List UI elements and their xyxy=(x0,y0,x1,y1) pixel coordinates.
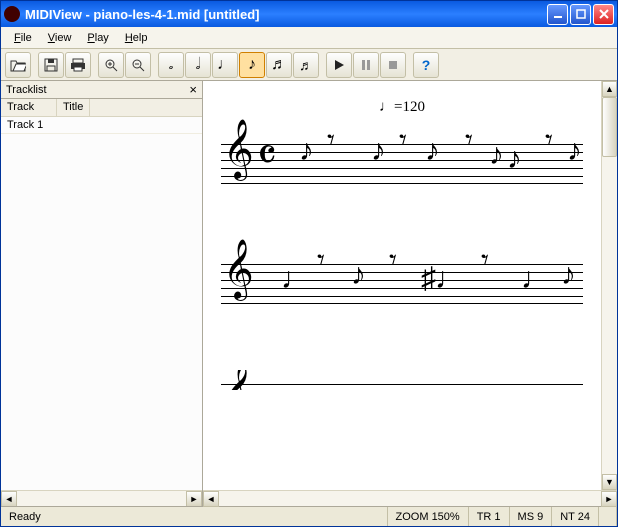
note: 𝄾 xyxy=(399,126,407,156)
open-icon xyxy=(10,58,26,72)
menu-help[interactable]: Help xyxy=(118,30,155,46)
stop-button[interactable] xyxy=(380,52,406,78)
scroll-left-icon[interactable]: ◄ xyxy=(1,491,17,507)
save-button[interactable] xyxy=(38,52,64,78)
titlebar: MIDIView - piano-les-4-1.mid [untitled] xyxy=(1,1,617,27)
stop-icon xyxy=(387,59,399,71)
tracklist-header: Tracklist × xyxy=(1,81,202,99)
staff-3: 𝄞 xyxy=(221,370,583,390)
close-button[interactable] xyxy=(593,4,614,25)
open-button[interactable] xyxy=(5,52,31,78)
sixteenth-note-icon: ♬ xyxy=(271,56,287,74)
tracklist-title: Tracklist xyxy=(6,84,47,96)
status-zoom: ZOOM 150% xyxy=(388,507,469,526)
note: ♩ xyxy=(435,264,465,294)
tempo-marking: ♩=120 xyxy=(221,99,583,116)
score-sheet[interactable]: ♩=120 𝄞 𝄴 ♪ 𝄾 ♪ 𝄾 ♪ 𝄾 ♪ ♪ 𝄾 xyxy=(203,81,601,490)
help-icon: ? xyxy=(422,57,431,73)
treble-clef-icon: 𝄞 xyxy=(223,370,254,390)
status-nt: NT 24 xyxy=(552,507,599,526)
note: ♪ xyxy=(567,136,582,166)
time-signature-icon: 𝄴 xyxy=(257,134,277,178)
thirtysecond-note-icon: ♬ xyxy=(299,57,313,73)
half-note-button[interactable]: 𝅗𝅥 xyxy=(185,52,211,78)
zoom-out-button[interactable] xyxy=(125,52,151,78)
whole-note-button[interactable]: 𝅗 xyxy=(158,52,184,78)
menu-file[interactable]: File xyxy=(7,30,39,46)
staff-2: 𝄞 ♩ 𝄾 ♪ 𝄾 ♯ ♩ 𝄾 ♩ ♪ xyxy=(221,250,583,320)
zoom-in-icon xyxy=(104,58,118,72)
zoom-in-button[interactable] xyxy=(98,52,124,78)
maximize-button[interactable] xyxy=(570,4,591,25)
status-tr: TR 1 xyxy=(469,507,510,526)
print-icon xyxy=(70,58,86,72)
col-track[interactable]: Track xyxy=(1,99,57,116)
treble-clef-icon: 𝄞 xyxy=(223,244,254,296)
pause-button[interactable] xyxy=(353,52,379,78)
zoom-out-icon xyxy=(131,58,145,72)
note: ♩ xyxy=(521,264,551,294)
eighth-note-icon: ♪ xyxy=(248,56,256,74)
help-button[interactable]: ? xyxy=(413,52,439,78)
note: 𝄾 xyxy=(545,126,553,156)
eighth-note-button[interactable]: ♪ xyxy=(239,52,265,78)
thirtysecond-note-button[interactable]: ♬ xyxy=(293,52,319,78)
note: ♪ xyxy=(299,136,314,166)
status-ms: MS 9 xyxy=(510,507,553,526)
status-ready: Ready xyxy=(1,507,388,526)
scroll-down-icon[interactable]: ▼ xyxy=(602,474,617,490)
note: ♪ xyxy=(425,136,440,166)
save-icon xyxy=(44,58,58,72)
app-window: MIDIView - piano-les-4-1.mid [untitled] … xyxy=(0,0,618,527)
note: ♩ xyxy=(281,264,311,294)
list-item[interactable]: Track 1 xyxy=(1,117,202,134)
print-button[interactable] xyxy=(65,52,91,78)
note: ♪ xyxy=(371,136,386,166)
scroll-thumb[interactable] xyxy=(602,97,617,157)
sidebar-hscroll[interactable]: ◄ ► xyxy=(1,490,202,506)
staff-1: 𝄞 𝄴 ♪ 𝄾 ♪ 𝄾 ♪ 𝄾 ♪ ♪ 𝄾 ♪ xyxy=(221,130,583,200)
treble-clef-icon: 𝄞 xyxy=(223,124,254,176)
note: ♯ xyxy=(421,264,436,294)
tracklist-panel: Tracklist × Track Title Track 1 ◄ ► xyxy=(1,81,203,506)
menu-play[interactable]: Play xyxy=(80,30,115,46)
pause-icon xyxy=(360,59,372,71)
note: 𝄾 xyxy=(327,126,335,156)
note: 𝄾 xyxy=(317,246,325,276)
tracklist-columns: Track Title xyxy=(1,99,202,117)
play-button[interactable] xyxy=(326,52,352,78)
whole-note-icon: 𝅗 xyxy=(168,56,173,74)
menubar: File View Play Help xyxy=(1,27,617,49)
resize-grip-icon[interactable] xyxy=(599,507,617,526)
toolbar: 𝅗 𝅗𝅥 ♩ ♪ ♬ ♬ ? xyxy=(1,49,617,81)
play-icon xyxy=(333,59,345,71)
note: 𝄾 xyxy=(465,126,473,156)
scroll-up-icon[interactable]: ▲ xyxy=(602,81,617,97)
window-title: MIDIView - piano-les-4-1.mid [untitled] xyxy=(25,7,547,22)
note: 𝄾 xyxy=(481,246,489,276)
track-name: Track 1 xyxy=(7,119,43,131)
app-icon xyxy=(4,6,20,22)
score-hscroll[interactable]: ◄ ► xyxy=(203,490,617,506)
scroll-right-icon[interactable]: ► xyxy=(601,491,617,507)
menu-view[interactable]: View xyxy=(41,30,79,46)
tracklist-close-icon[interactable]: × xyxy=(189,82,197,97)
note: ♪ xyxy=(489,140,504,170)
tracklist[interactable]: Track 1 xyxy=(1,117,202,490)
quarter-note-icon: ♩ xyxy=(217,56,233,74)
scroll-right-icon[interactable]: ► xyxy=(186,491,202,507)
note: ♪ xyxy=(561,260,576,290)
scroll-left-icon[interactable]: ◄ xyxy=(203,491,219,507)
score-vscroll[interactable]: ▲ ▼ xyxy=(601,81,617,490)
quarter-note-button[interactable]: ♩ xyxy=(212,52,238,78)
minimize-button[interactable] xyxy=(547,4,568,25)
statusbar: Ready ZOOM 150% TR 1 MS 9 NT 24 xyxy=(1,506,617,526)
sixteenth-note-button[interactable]: ♬ xyxy=(266,52,292,78)
score-panel: ♩=120 𝄞 𝄴 ♪ 𝄾 ♪ 𝄾 ♪ 𝄾 ♪ ♪ 𝄾 xyxy=(203,81,617,506)
note: ♪ xyxy=(351,260,366,290)
col-title[interactable]: Title xyxy=(57,99,90,116)
note: ♪ xyxy=(507,144,522,174)
note: 𝄾 xyxy=(389,246,397,276)
half-note-icon: 𝅗𝅥 xyxy=(195,56,200,74)
